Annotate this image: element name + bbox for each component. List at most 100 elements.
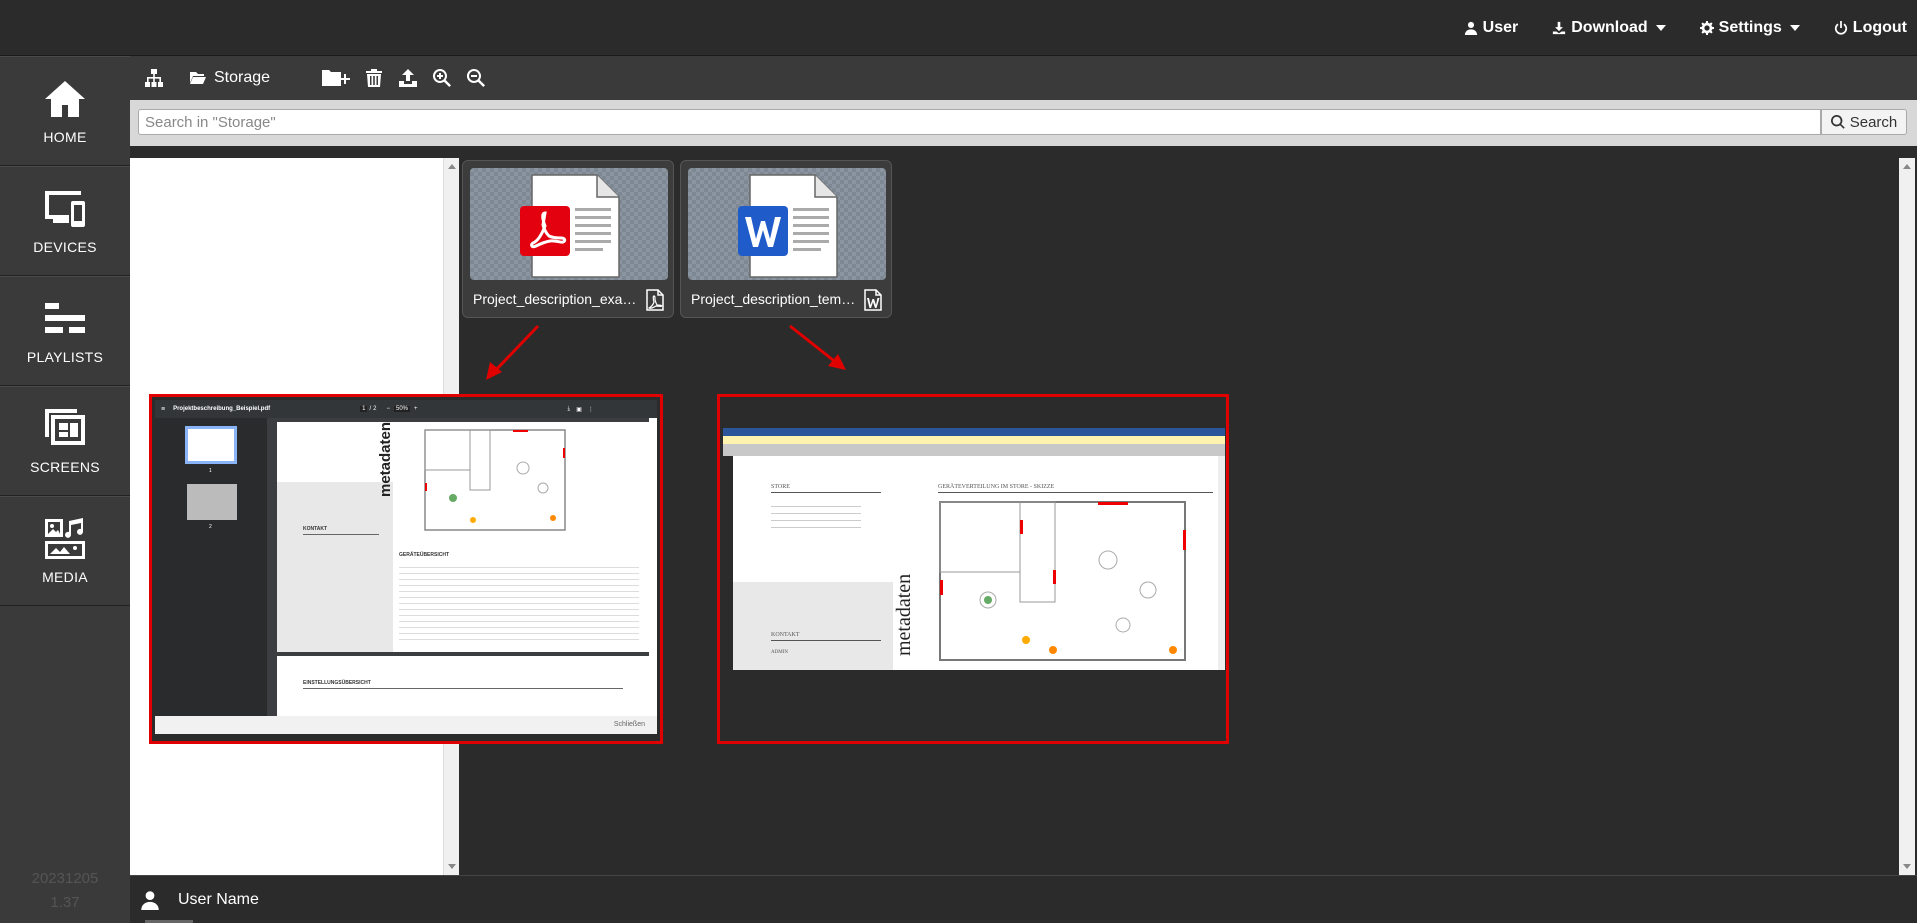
- search-row: Search: [130, 100, 1917, 146]
- divider: [303, 534, 379, 535]
- settings-menu[interactable]: Settings: [1699, 19, 1800, 37]
- word-section-contact: KONTAKT: [771, 632, 800, 638]
- word-scrollbar[interactable]: [1218, 456, 1225, 670]
- scroll-down-icon: [1903, 864, 1911, 869]
- delete-button[interactable]: [362, 66, 386, 90]
- zoom-out-icon: [466, 68, 486, 87]
- pdf-zoom-level[interactable]: 50%: [394, 406, 411, 412]
- chevron-down-icon: [1789, 25, 1800, 31]
- word-info-bar: [723, 436, 1225, 444]
- user-menu-label: User: [1482, 19, 1519, 36]
- pdf-page-number[interactable]: 1: [360, 406, 368, 412]
- zoom-out-button[interactable]: [464, 66, 488, 90]
- zoom-out-icon[interactable]: −: [386, 406, 390, 412]
- sidebar-item-devices[interactable]: DEVICES: [0, 166, 130, 276]
- word-side-column: [733, 582, 893, 670]
- upload-button[interactable]: [396, 66, 420, 90]
- file-name: Project_description_exam...: [473, 291, 638, 307]
- playlists-icon: [45, 303, 85, 333]
- top-nav: User Download Settings Logout: [1464, 0, 1907, 56]
- user-menu[interactable]: User: [1464, 19, 1519, 37]
- screens-icon: [45, 409, 85, 445]
- word-preview-box: STORE KONTAKT ADMIN metadaten GERÄTEVERT…: [717, 394, 1229, 744]
- word-store-details: [771, 500, 861, 530]
- upload-icon: [399, 69, 418, 87]
- file-name: Project_description_temp...: [691, 291, 856, 307]
- search-button[interactable]: Search: [1821, 109, 1907, 135]
- user-icon: [1464, 21, 1477, 35]
- pdf-section-contact: KONTAKT: [303, 526, 328, 532]
- version-date: 20231205: [31, 870, 99, 887]
- pdf-type-icon: [646, 289, 664, 311]
- sidebar-item-home[interactable]: HOME: [0, 56, 130, 166]
- scroll-up-icon: [448, 164, 456, 169]
- divider: [771, 492, 881, 493]
- sidebar-item-label: PLAYLISTS: [26, 349, 104, 365]
- word-heading-store: STORE: [771, 484, 790, 490]
- pdf-page-total: 2: [373, 406, 377, 412]
- pdf-file-icon: [520, 174, 620, 278]
- pdf-thumb-label: 2: [209, 524, 212, 530]
- pdf-thumb-page-2[interactable]: [187, 484, 237, 520]
- pdf-section-overview: GERÄTEÜBERSICHT: [399, 552, 450, 558]
- logout-button[interactable]: Logout: [1834, 19, 1907, 37]
- power-icon: [1834, 21, 1847, 35]
- pdf-thumb-page-1[interactable]: [185, 426, 237, 464]
- pdf-scrollbar[interactable]: [649, 418, 657, 716]
- media-icon: [45, 518, 85, 559]
- word-heading-layout: GERÄTEVERTEILUNG IM STORE - SKIZZE: [938, 484, 1055, 490]
- gear-icon: [1699, 21, 1714, 35]
- settings-menu-label: Settings: [1718, 19, 1782, 36]
- new-folder-button[interactable]: [320, 66, 352, 90]
- pdf-page-2: EINSTELLUNGSÜBERSICHT: [277, 656, 649, 716]
- sidebar-item-media[interactable]: MEDIA: [0, 496, 130, 606]
- sidebar-item-label: MEDIA: [42, 569, 88, 585]
- zoom-in-button[interactable]: [430, 66, 454, 90]
- search-icon: [1830, 115, 1845, 129]
- files-scrollbar[interactable]: [1899, 158, 1915, 875]
- search-button-label: Search: [1849, 113, 1898, 131]
- sidebar-item-label: SCREENS: [30, 459, 100, 475]
- sidebar-item-screens[interactable]: SCREENS: [0, 386, 130, 496]
- pdf-close-button[interactable]: Schließen: [155, 716, 657, 734]
- file-card-word[interactable]: Project_description_temp...: [680, 160, 892, 318]
- pdf-close-label: Schließen: [613, 721, 645, 728]
- top-bar: User Download Settings Logout: [0, 0, 1917, 56]
- sidebar-item-label: DEVICES: [33, 239, 97, 255]
- search-input[interactable]: [138, 109, 1821, 135]
- logout-label: Logout: [1852, 19, 1907, 36]
- menu-icon[interactable]: ≡: [161, 406, 165, 413]
- storage-breadcrumb[interactable]: Storage: [190, 69, 270, 87]
- zoom-in-icon[interactable]: +: [414, 406, 418, 412]
- devices-icon: [45, 191, 85, 227]
- pdf-filename: Projektbeschreibung_Beispiel.pdf: [173, 406, 271, 412]
- scroll-up-icon: [1903, 164, 1911, 169]
- sitemap-button[interactable]: [142, 66, 166, 90]
- pdf-page: KONTAKT metadaten GERÄTEÜBERSICHT: [277, 422, 649, 652]
- pdf-viewer[interactable]: ≡ Projektbeschreibung_Beispiel.pdf 1 / 2…: [155, 400, 657, 734]
- word-type-icon: [864, 289, 882, 311]
- new-folder-icon: [322, 70, 351, 86]
- pdf-vertical-label: metadaten: [377, 422, 394, 497]
- annotation-arrows: [486, 324, 846, 380]
- trash-icon: [366, 69, 383, 87]
- folder-open-icon: [190, 72, 206, 84]
- word-section-admin: ADMIN: [771, 650, 788, 655]
- word-ruler: [723, 444, 1225, 456]
- pdf-page-side-column: [277, 482, 393, 652]
- pdf-table: [399, 562, 639, 644]
- download-menu[interactable]: Download: [1552, 19, 1666, 37]
- more-icon[interactable]: ⋮: [588, 406, 594, 413]
- download-icon[interactable]: ⤓: [568, 406, 571, 413]
- pdf-viewer-toolbar: ≡ Projektbeschreibung_Beispiel.pdf 1 / 2…: [155, 400, 657, 418]
- print-icon[interactable]: ▣: [576, 406, 582, 413]
- divider-strip: [130, 146, 1917, 158]
- word-ribbon: [723, 428, 1225, 436]
- file-card-pdf[interactable]: Project_description_exam...: [462, 160, 674, 318]
- pdf-section-settings: EINSTELLUNGSÜBERSICHT: [303, 680, 371, 686]
- file-thumbnail: [688, 168, 886, 280]
- divider: [303, 688, 623, 689]
- word-file-icon: [738, 174, 838, 278]
- sidebar-item-playlists[interactable]: PLAYLISTS: [0, 276, 130, 386]
- storage-label: Storage: [214, 69, 271, 86]
